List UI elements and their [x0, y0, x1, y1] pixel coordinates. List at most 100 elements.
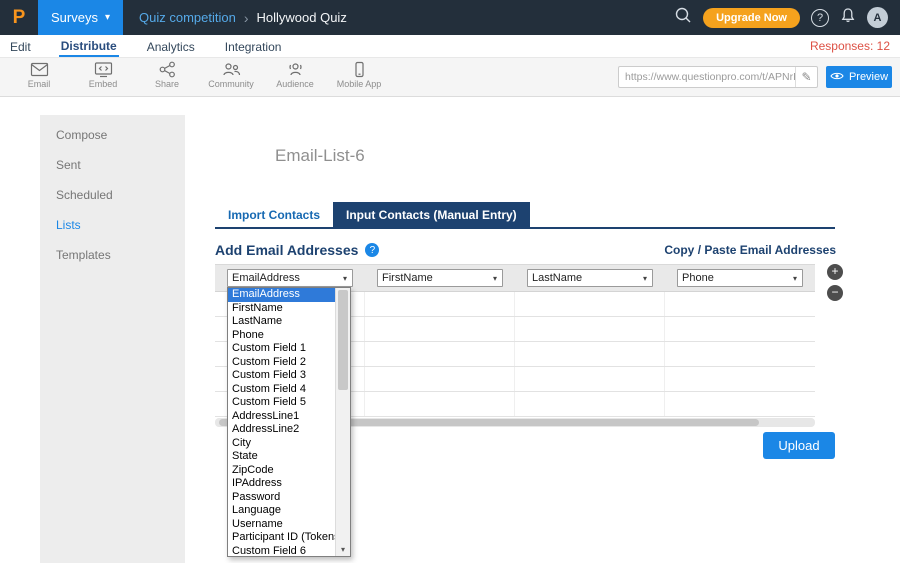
dropdown-scrollbar-thumb[interactable] — [338, 290, 348, 390]
sidebar-item-compose[interactable]: Compose — [40, 120, 185, 150]
toolbar-item-community[interactable]: Community — [202, 61, 260, 89]
contact-cell[interactable] — [365, 392, 515, 416]
breadcrumb-current: Hollywood Quiz — [257, 10, 347, 25]
toolbar-label: Email — [28, 79, 51, 89]
sidebar-item-scheduled[interactable]: Scheduled — [40, 180, 185, 210]
toolbar-item-audience[interactable]: Audience — [266, 61, 324, 89]
copy-paste-email-link[interactable]: Copy / Paste Email Addresses — [664, 243, 836, 257]
search-button[interactable] — [674, 6, 692, 29]
nav-item-distribute[interactable]: Distribute — [59, 36, 119, 57]
contact-cell[interactable] — [665, 292, 815, 316]
contact-cell[interactable] — [365, 342, 515, 366]
dropdown-option[interactable]: Participant ID (Tokens) — [228, 531, 337, 545]
contact-cell[interactable] — [515, 392, 665, 416]
help-tooltip-icon[interactable]: ? — [365, 243, 379, 257]
distribute-toolbar: Email Embed Share — [0, 58, 900, 97]
chevron-down-icon: ▾ — [105, 12, 110, 23]
toolbar-item-share[interactable]: Share — [138, 61, 196, 89]
sidebar-item-lists[interactable]: Lists — [40, 210, 185, 240]
dropdown-option[interactable]: FirstName — [228, 302, 337, 316]
topbar-actions: Upgrade Now ? A — [674, 6, 900, 29]
contact-cell[interactable] — [665, 317, 815, 341]
share-icon — [158, 61, 177, 78]
dropdown-option[interactable]: Custom Field 2 — [228, 356, 337, 370]
dropdown-option[interactable]: State — [228, 450, 337, 464]
notifications-button[interactable] — [840, 7, 856, 29]
contact-cell[interactable] — [515, 292, 665, 316]
surveys-menu-button[interactable]: Surveys ▾ — [38, 0, 123, 35]
page-title: Email-List-6 — [275, 146, 365, 166]
grid-header-cell: FirstName ▾ — [365, 265, 515, 291]
add-email-addresses-heading: Add Email Addresses — [215, 242, 358, 258]
dropdown-option[interactable]: LastName — [228, 315, 337, 329]
sidebar-item-sent[interactable]: Sent — [40, 150, 185, 180]
contact-cell[interactable] — [665, 342, 815, 366]
nav-item-integration[interactable]: Integration — [223, 37, 284, 56]
dropdown-option[interactable]: Custom Field 1 — [228, 342, 337, 356]
help-button[interactable]: ? — [811, 9, 829, 27]
dropdown-option[interactable]: City — [228, 437, 337, 451]
eye-icon — [830, 71, 844, 84]
column-select-phone[interactable]: Phone ▾ — [677, 269, 803, 287]
contact-cell[interactable] — [665, 392, 815, 416]
contact-cell[interactable] — [665, 367, 815, 391]
contact-cell[interactable] — [365, 292, 515, 316]
survey-url-box: https://www.questionpro.com/t/APNrFZ ✎ — [618, 66, 818, 88]
search-icon — [674, 6, 692, 29]
upload-button[interactable]: Upload — [763, 432, 835, 459]
dropdown-option[interactable]: Language — [228, 504, 337, 518]
remove-row-button[interactable]: − — [827, 285, 843, 301]
tab-import-contacts[interactable]: Import Contacts — [215, 202, 333, 227]
dropdown-option[interactable]: Password — [228, 491, 337, 505]
tab-input-contacts-manual[interactable]: Input Contacts (Manual Entry) — [333, 202, 530, 227]
edit-url-button[interactable]: ✎ — [795, 67, 817, 87]
dropdown-option[interactable]: AddressLine2 — [228, 423, 337, 437]
column-select-firstname[interactable]: FirstName ▾ — [377, 269, 503, 287]
sidebar-item-templates[interactable]: Templates — [40, 240, 185, 270]
toolbar-item-embed[interactable]: Embed — [74, 61, 132, 89]
dropdown-option[interactable]: AddressLine1 — [228, 410, 337, 424]
grid-header-cell: LastName ▾ — [515, 265, 665, 291]
dropdown-option[interactable]: Custom Field 6 — [228, 545, 337, 558]
nav-item-analytics[interactable]: Analytics — [145, 37, 197, 56]
scroll-down-arrow-icon[interactable]: ▾ — [336, 542, 350, 556]
nav-item-edit[interactable]: Edit — [8, 37, 33, 56]
upgrade-now-button[interactable]: Upgrade Now — [703, 8, 800, 28]
contact-cell[interactable] — [365, 317, 515, 341]
toolbar-item-email[interactable]: Email — [10, 61, 68, 89]
dropdown-option[interactable]: EmailAddress — [228, 288, 337, 302]
select-arrow-icon: ▾ — [788, 274, 802, 283]
dropdown-option[interactable]: Custom Field 3 — [228, 369, 337, 383]
dropdown-option[interactable]: IPAddress — [228, 477, 337, 491]
preview-button[interactable]: Preview — [826, 66, 892, 88]
dropdown-option[interactable]: Username — [228, 518, 337, 532]
toolbar-label: Mobile App — [337, 79, 382, 89]
contact-cell[interactable] — [515, 317, 665, 341]
dropdown-option[interactable]: ZipCode — [228, 464, 337, 478]
questionpro-logo: P — [0, 0, 38, 35]
dropdown-option[interactable]: Custom Field 4 — [228, 383, 337, 397]
column-select-emailaddress[interactable]: EmailAddress ▾ — [227, 269, 353, 287]
select-value: FirstName — [378, 272, 488, 284]
toolbar-items: Email Embed Share — [10, 61, 388, 89]
dropdown-scrollbar[interactable]: ▾ — [335, 288, 350, 556]
survey-url-field[interactable]: https://www.questionpro.com/t/APNrFZ — [619, 71, 795, 83]
add-row-button[interactable]: + — [827, 264, 843, 280]
toolbar-label: Share — [155, 79, 179, 89]
logo-letter: P — [13, 7, 26, 29]
dropdown-option[interactable]: Phone — [228, 329, 337, 343]
select-value: EmailAddress — [228, 272, 338, 284]
contact-cell[interactable] — [515, 367, 665, 391]
column-select-lastname[interactable]: LastName ▾ — [527, 269, 653, 287]
contact-cell[interactable] — [365, 367, 515, 391]
email-sidebar: Compose Sent Scheduled Lists Templates — [40, 115, 185, 563]
mobile-app-icon — [350, 61, 369, 78]
contact-cell[interactable] — [515, 342, 665, 366]
breadcrumb-parent-link[interactable]: Quiz competition — [139, 10, 236, 25]
select-value: LastName — [528, 272, 638, 284]
toolbar-item-mobile-app[interactable]: Mobile App — [330, 61, 388, 89]
survey-nav: Edit Distribute Analytics Integration Re… — [0, 35, 900, 58]
dropdown-option[interactable]: Custom Field 5 — [228, 396, 337, 410]
avatar[interactable]: A — [867, 7, 888, 28]
select-arrow-icon: ▾ — [488, 274, 502, 283]
